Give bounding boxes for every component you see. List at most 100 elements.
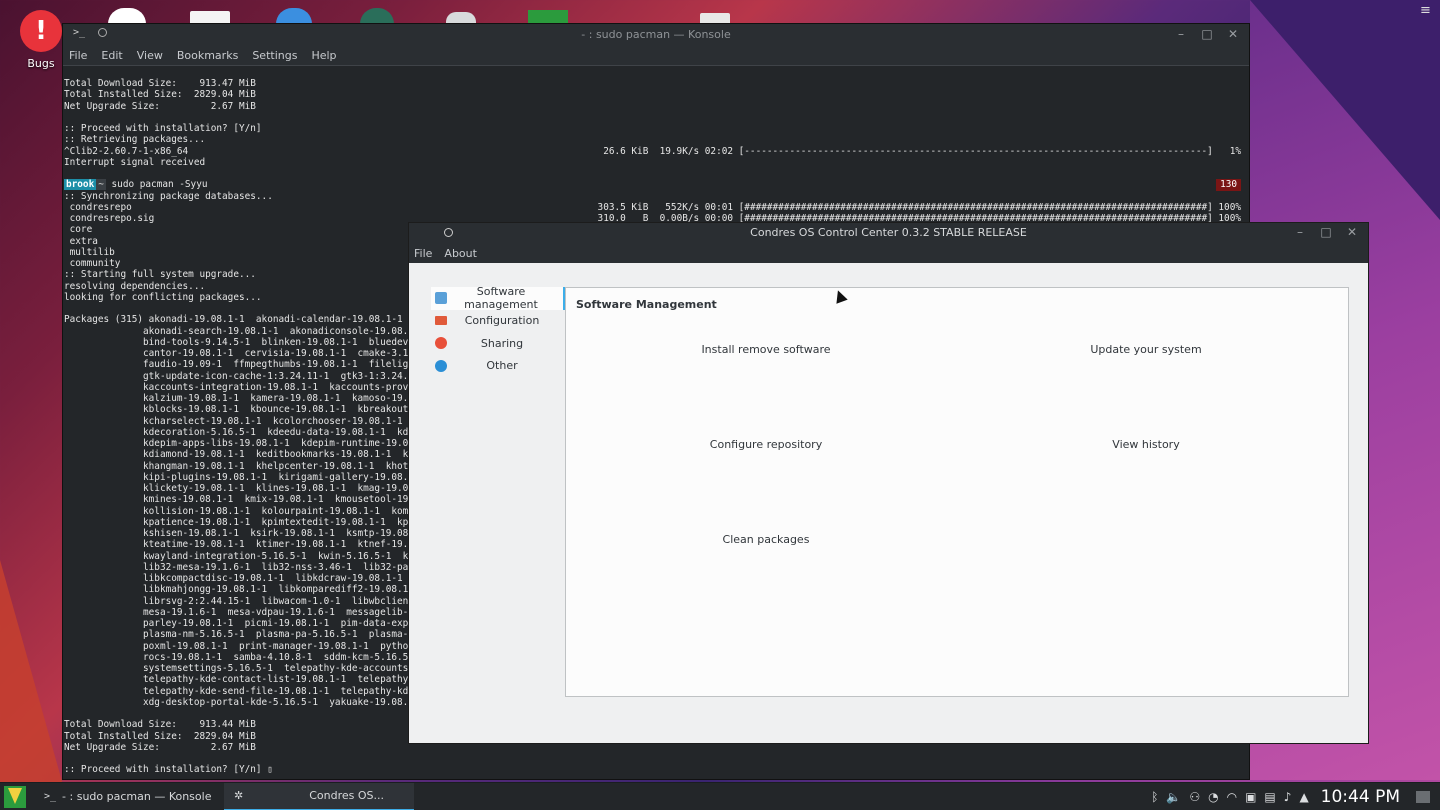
wallpaper-shard xyxy=(0,560,70,810)
terminal-line-text: condresrepo.sig xyxy=(64,213,155,224)
konsole-menubar: File Edit View Bookmarks Settings Help xyxy=(63,46,1249,66)
maximize-icon[interactable]: □ xyxy=(1320,225,1332,239)
globe-desktop-icon[interactable] xyxy=(360,8,394,24)
bluetooth-icon[interactable]: ᛒ xyxy=(1151,790,1158,804)
terminal-line-text: resolving dependencies... xyxy=(64,280,206,292)
sidebar-item-label: Other xyxy=(486,359,518,373)
prompt-user: brook xyxy=(64,179,97,191)
help-desktop-icon[interactable] xyxy=(276,8,312,24)
taskbar: >_ - : sudo pacman — Konsole ✲ Condres O… xyxy=(0,782,1440,810)
terminal-line-text: kipi-plugins-19.08.1-1 kirigami-gallery-… xyxy=(64,471,426,483)
sharing-icon xyxy=(435,337,447,349)
panel-title: Software Management xyxy=(576,298,717,311)
condres-titlebar[interactable]: Condres OS Control Center 0.3.2 STABLE R… xyxy=(409,223,1368,243)
menu-view[interactable]: View xyxy=(137,49,163,62)
other-icon xyxy=(435,359,447,372)
terminal-line-text: libkmahjongg-19.08.1-1 libkomparediff2-1… xyxy=(64,584,420,596)
task-konsole[interactable]: >_ - : sudo pacman — Konsole xyxy=(34,783,224,810)
menu-file[interactable]: File xyxy=(69,49,87,62)
system-tray: ᛒ 🔈 ⚇ ◔ ◠ ▣ ▤ ♪ ▲ 10:44 PM xyxy=(1151,783,1440,810)
condres-menubar: File About xyxy=(409,243,1368,263)
sidebar-item-configuration[interactable]: Configuration xyxy=(431,310,565,333)
app-launcher-icon[interactable] xyxy=(4,785,26,808)
menu-about[interactable]: About xyxy=(444,247,477,260)
configure-repository-button[interactable]: Configure repository xyxy=(666,438,866,451)
clock[interactable]: 10:44 PM xyxy=(1321,787,1400,807)
terminal-line-text: community xyxy=(64,258,121,269)
terminal-line-text: kshisen-19.08.1-1 ksirk-19.08.1-1 ksmtp-… xyxy=(64,528,431,539)
task-condres[interactable]: ✲ Condres OS... xyxy=(224,782,414,810)
wifi-icon[interactable]: ◠ xyxy=(1227,790,1237,804)
terminal-line: :: Synchronizing package databases... xyxy=(64,191,1241,202)
bugs-desktop-icon[interactable]: ! Bugs xyxy=(18,10,64,70)
minimize-icon[interactable]: – xyxy=(1175,27,1187,41)
software-management-panel: Software Management Install remove softw… xyxy=(565,287,1349,697)
sidebar-item-label: Sharing xyxy=(480,336,524,350)
terminal-line-text: kteatime-19.08.1-1 ktimer-19.08.1-1 ktne… xyxy=(64,539,443,551)
device-notifier-icon[interactable]: ▣ xyxy=(1245,790,1256,804)
konsole-titlebar[interactable]: >_ - : sudo pacman — Konsole – □ ✕ xyxy=(63,24,1249,46)
update-system-button[interactable]: Update your system xyxy=(1046,343,1246,356)
task-label: - : sudo pacman — Konsole xyxy=(62,790,212,803)
terminal-line-text: ^Clib2-2.60.7-1-x86_64 xyxy=(64,145,189,157)
terminal-line-text: :: Synchronizing package databases... xyxy=(64,190,273,202)
minimize-icon[interactable]: – xyxy=(1294,225,1306,239)
terminal-line-text: multilib xyxy=(64,246,115,258)
show-desktop-icon[interactable] xyxy=(1416,791,1430,803)
maximize-icon[interactable]: □ xyxy=(1201,27,1213,41)
download-progress: 26.6 KiB 19.9K/s 02:02 [----------------… xyxy=(603,145,1241,157)
menu-bookmarks[interactable]: Bookmarks xyxy=(177,49,238,62)
terminal-line: ^Clib2-2.60.7-1-x86_64 26.6 KiB 19.9K/s 0… xyxy=(64,146,1241,157)
hamburger-menu-icon[interactable]: ≡ xyxy=(1420,4,1432,17)
terminal-line-text: rocs-19.08.1-1 samba-4.10.8-1 sddm-kcm-5… xyxy=(64,651,420,663)
clean-packages-button[interactable]: Clean packages xyxy=(666,533,866,546)
terminal-line-text: :: Starting full system upgrade... xyxy=(64,269,256,281)
close-icon[interactable]: ✕ xyxy=(1346,225,1358,239)
terminal-line: Total Installed Size: 2829.04 MiB xyxy=(64,89,1241,100)
category-sidebar: Software management Configuration Sharin… xyxy=(431,285,565,378)
terminal-line-text: mesa-19.1.6-1 mesa-vdpau-19.1.6-1 messag… xyxy=(64,606,460,618)
terminal-line-text: kmines-19.08.1-1 kmix-19.08.1-1 kmouseto… xyxy=(64,494,448,506)
terminal-line-text: Total Download Size: 913.47 MiB xyxy=(64,78,256,89)
condres-body: Software management Configuration Sharin… xyxy=(409,263,1368,743)
task-label: Condres OS... xyxy=(309,789,384,802)
terminal-line-text: kalzium-19.08.1-1 kamera-19.08.1-1 kamos… xyxy=(64,393,443,404)
menu-file[interactable]: File xyxy=(414,247,432,260)
network-icon[interactable]: ◔ xyxy=(1208,790,1218,804)
close-icon[interactable]: ✕ xyxy=(1227,27,1239,41)
menu-settings[interactable]: Settings xyxy=(252,49,297,62)
konsole-title: - : sudo pacman — Konsole xyxy=(581,28,731,41)
terminal-line-text: :: Proceed with installation? [Y/n] xyxy=(64,123,262,134)
menu-help[interactable]: Help xyxy=(311,49,336,62)
terminal-line-text: sudo pacman -Syyu xyxy=(105,179,208,191)
terminal-line-text: Total Installed Size: 2829.04 MiB xyxy=(64,730,256,742)
clipboard-icon[interactable]: ▤ xyxy=(1264,790,1275,804)
terminal-line-text: xdg-desktop-portal-kde-5.16.5-1 yakuake-… xyxy=(64,696,426,708)
sidebar-item-software-management[interactable]: Software management xyxy=(431,285,565,311)
audio-icon[interactable]: ♪ xyxy=(1284,790,1292,804)
volume-icon[interactable]: 🔈 xyxy=(1166,790,1181,804)
terminal-line: Total Download Size: 913.47 MiB xyxy=(64,78,1241,89)
terminal-line: condresrepo 303.5 KiB 552K/s 00:01 [#####… xyxy=(64,202,1241,213)
software-icon xyxy=(435,292,447,304)
terminal-line-text: Net Upgrade Size: 2.67 MiB xyxy=(64,100,256,112)
terminal-line: :: Retrieving packages... xyxy=(64,134,1241,145)
terminal-line-text: Interrupt signal received xyxy=(64,156,206,168)
terminal-line: Interrupt signal received xyxy=(64,157,1241,168)
view-history-button[interactable]: View history xyxy=(1046,438,1246,451)
terminal-line-text: kdepim-apps-libs-19.08.1-1 kdepim-runtim… xyxy=(64,438,437,449)
expand-tray-icon[interactable]: ▲ xyxy=(1299,790,1308,804)
condres-title: Condres OS Control Center 0.3.2 STABLE R… xyxy=(750,226,1027,239)
terminal-line-text: :: Proceed with installation? [Y/n] ▯ xyxy=(64,764,273,775)
install-remove-software-button[interactable]: Install remove software xyxy=(666,343,866,356)
app-grid-desktop-icon[interactable] xyxy=(108,8,146,24)
user-switch-icon[interactable]: ⚇ xyxy=(1189,790,1200,804)
terminal-line-text: cantor-19.08.1-1 cervisia-19.08.1-1 cmak… xyxy=(64,348,437,359)
terminal-line-text: librsvg-2:2.44.15-1 libwacom-1.0-1 libwb… xyxy=(64,595,465,607)
sidebar-item-other[interactable]: Other xyxy=(431,355,565,378)
sidebar-item-sharing[interactable]: Sharing xyxy=(431,332,565,355)
menu-edit[interactable]: Edit xyxy=(101,49,122,62)
